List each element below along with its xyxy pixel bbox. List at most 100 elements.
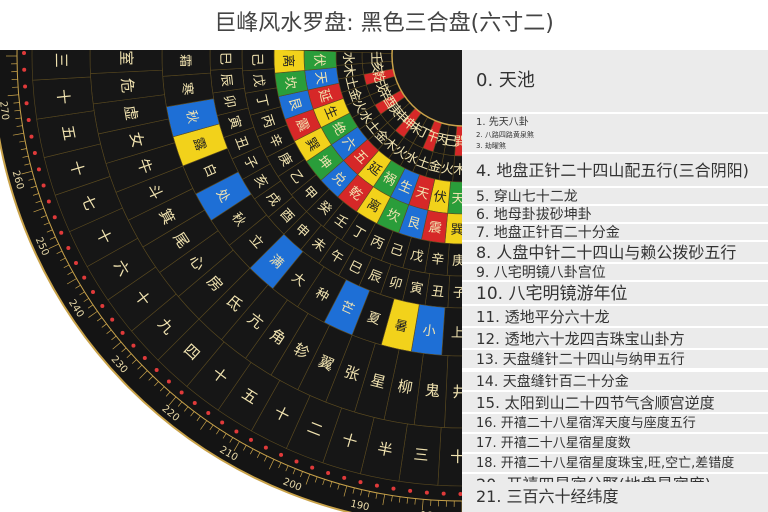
ring-3-label-1: 震 <box>428 220 443 237</box>
dot-mark <box>52 215 57 220</box>
layer-item-16[interactable]: 16. 开禧二十八星宿浑天度与座度五行 <box>462 412 768 432</box>
dot-mark <box>36 167 41 172</box>
dot-mark <box>73 260 78 265</box>
dot-mark <box>263 445 268 450</box>
ring-1-label-14: 水 <box>340 52 355 65</box>
layer-item-10[interactable]: 10. 八宅明镜游年位 <box>462 280 768 304</box>
ring-8-label-1: 三 <box>413 445 430 464</box>
ring-4-label-0: 庚 <box>452 253 462 269</box>
dot-mark <box>310 465 315 470</box>
dot-mark <box>294 459 299 464</box>
dot-mark <box>142 356 147 361</box>
layer-item-14[interactable]: 14. 天盘缝针百二十分金 <box>462 370 768 390</box>
dot-mark <box>424 490 429 495</box>
dot-mark <box>46 199 51 204</box>
layer-item-0[interactable]: 0. 天池 <box>462 50 768 112</box>
dot-mark <box>342 475 347 480</box>
ring-8-label-17: 三 <box>52 53 70 68</box>
layer-item-12[interactable]: 12. 透地六十龙四吉珠宝山卦方 <box>462 326 768 348</box>
dot-mark <box>358 480 363 485</box>
dot-mark <box>59 230 64 235</box>
dot-mark <box>66 246 71 251</box>
dot-mark <box>22 50 27 55</box>
dot-mark <box>120 330 125 335</box>
compass-graphic[interactable]: 巽巳丙午丁未坤申庚酉辛戌乾亥壬木火金土水火木金土水火金土木水天伏天生祸延五六绝生… <box>0 50 462 512</box>
ring-1-label-0: 木 <box>453 163 462 178</box>
layer-item-8[interactable]: 8. 人盘中针二十四山与赖公拨砂五行 <box>462 240 768 262</box>
ring-2-label-1: 伏 <box>432 189 447 206</box>
dot-mark <box>441 491 446 496</box>
dot-mark <box>391 486 396 491</box>
ring-7-label-2: 柳 <box>396 377 414 397</box>
layer-item-17[interactable]: 17. 开禧二十八星宿星度数 <box>462 432 768 452</box>
dot-mark <box>131 343 136 348</box>
layer-item-2[interactable]: 2. 八路四路黄泉煞 <box>462 130 768 141</box>
dot-mark <box>91 289 96 294</box>
layer-item-13[interactable]: 13. 天盘缝针二十四山与纳甲五行 <box>462 348 768 368</box>
ring-3-label-0: 巽 <box>450 223 462 238</box>
ring-7-label-17: 虚 <box>121 104 141 122</box>
layer-item-5[interactable]: 5. 穿山七十二龙 <box>462 186 768 204</box>
ring-4-label-14: 戊 <box>250 73 266 88</box>
dot-mark <box>82 275 87 280</box>
layer-item-3[interactable]: 3. 劫曜煞 <box>462 141 768 152</box>
layer-item-9[interactable]: 9. 八宅明镜八卦宫位 <box>462 262 768 280</box>
dot-mark <box>110 317 115 322</box>
layer-item-20[interactable]: 20. 开禧四星宿分野(地盘星宿度) <box>462 472 768 482</box>
ring-6-label-14: 寒 <box>178 81 195 96</box>
dot-mark <box>26 117 31 122</box>
dot-mark <box>154 368 159 373</box>
ring-2-label-12: 伏 <box>311 53 326 66</box>
dot-mark <box>408 488 413 493</box>
dot-mark <box>374 483 379 488</box>
dot-mark <box>22 67 27 72</box>
ring-7-label-18: 危 <box>118 77 137 94</box>
layer-item-18[interactable]: 18. 开禧二十八星宿星度珠宝,旺,空亡,差错度 <box>462 452 768 472</box>
dot-mark <box>179 390 184 395</box>
layer-item-15[interactable]: 15. 太阳到山二十四节气含顺宫逆度 <box>462 390 768 412</box>
ring-3-label-12: 离 <box>280 54 296 67</box>
ring-4-label-1: 辛 <box>430 252 445 268</box>
ring-8-label-16: 十 <box>53 88 72 105</box>
layer-item-21[interactable]: 21. 三百六十经纬度 <box>462 482 768 512</box>
layer-item-4[interactable]: 4. 地盘正针二十四山配五行(三合阴阳) <box>462 152 768 186</box>
ring-7-label-19: 室 <box>117 50 135 65</box>
dot-mark <box>32 151 37 156</box>
ring-8-label-0: 十 <box>450 448 462 466</box>
dot-mark <box>279 452 284 457</box>
dot-mark <box>248 437 253 442</box>
layer-list: 0. 天池 1. 先天八卦 2. 八路四路黄泉煞 3. 劫曜煞 4. 地盘正针二十四山配… <box>462 50 768 512</box>
page-title: 巨峰风水罗盘: 黑色三合盘(六寸二) <box>214 11 554 36</box>
ring-5-label-0: 子 <box>453 286 462 301</box>
dot-mark <box>326 471 331 476</box>
ring-7-label-1: 鬼 <box>424 381 441 400</box>
dot-mark <box>29 134 34 139</box>
dot-mark <box>166 379 171 384</box>
layer-item-7[interactable]: 7. 地盘正针百二十分金 <box>462 222 768 240</box>
dot-mark <box>206 411 211 416</box>
layer-item-6[interactable]: 6. 地母卦拔砂坤卦 <box>462 204 768 222</box>
ring-6-label-0: 上 <box>451 326 462 341</box>
layer-item-1[interactable]: 1. 先天八卦 <box>462 112 768 130</box>
degree-label-270: 270 <box>0 101 10 121</box>
ring-2-label-11: 天 <box>312 70 329 85</box>
luopan-compass[interactable]: 巽巳丙午丁未坤申庚酉辛戌乾亥壬木火金土水火木金土水火金土木水天伏天生祸延五六绝生… <box>0 50 462 512</box>
ring-3-label-11: 坎 <box>281 75 298 90</box>
ring-7-label-0: 井 <box>452 383 462 401</box>
ring-2-label-0: 天 <box>451 192 462 207</box>
ring-5-label-17: 巳 <box>217 52 232 65</box>
dot-mark <box>41 183 46 188</box>
ring-0-label-14: 壬 <box>368 51 383 64</box>
ring-5-label-16: 辰 <box>218 73 234 87</box>
ring-6-label-1: 小 <box>422 323 437 339</box>
layer-item-11[interactable]: 11. 透地平分六十龙 <box>462 304 768 326</box>
dot-mark <box>100 303 105 308</box>
ring-1-label-13: 木 <box>340 63 357 78</box>
ring-6-label-15: 霜 <box>177 54 192 67</box>
dot-mark <box>220 420 225 425</box>
ring-4-label-15: 己 <box>249 53 264 66</box>
dot-mark <box>24 101 29 106</box>
dot-mark <box>234 429 239 434</box>
ring-5-label-1: 丑 <box>431 284 445 300</box>
dot-mark <box>192 401 197 406</box>
